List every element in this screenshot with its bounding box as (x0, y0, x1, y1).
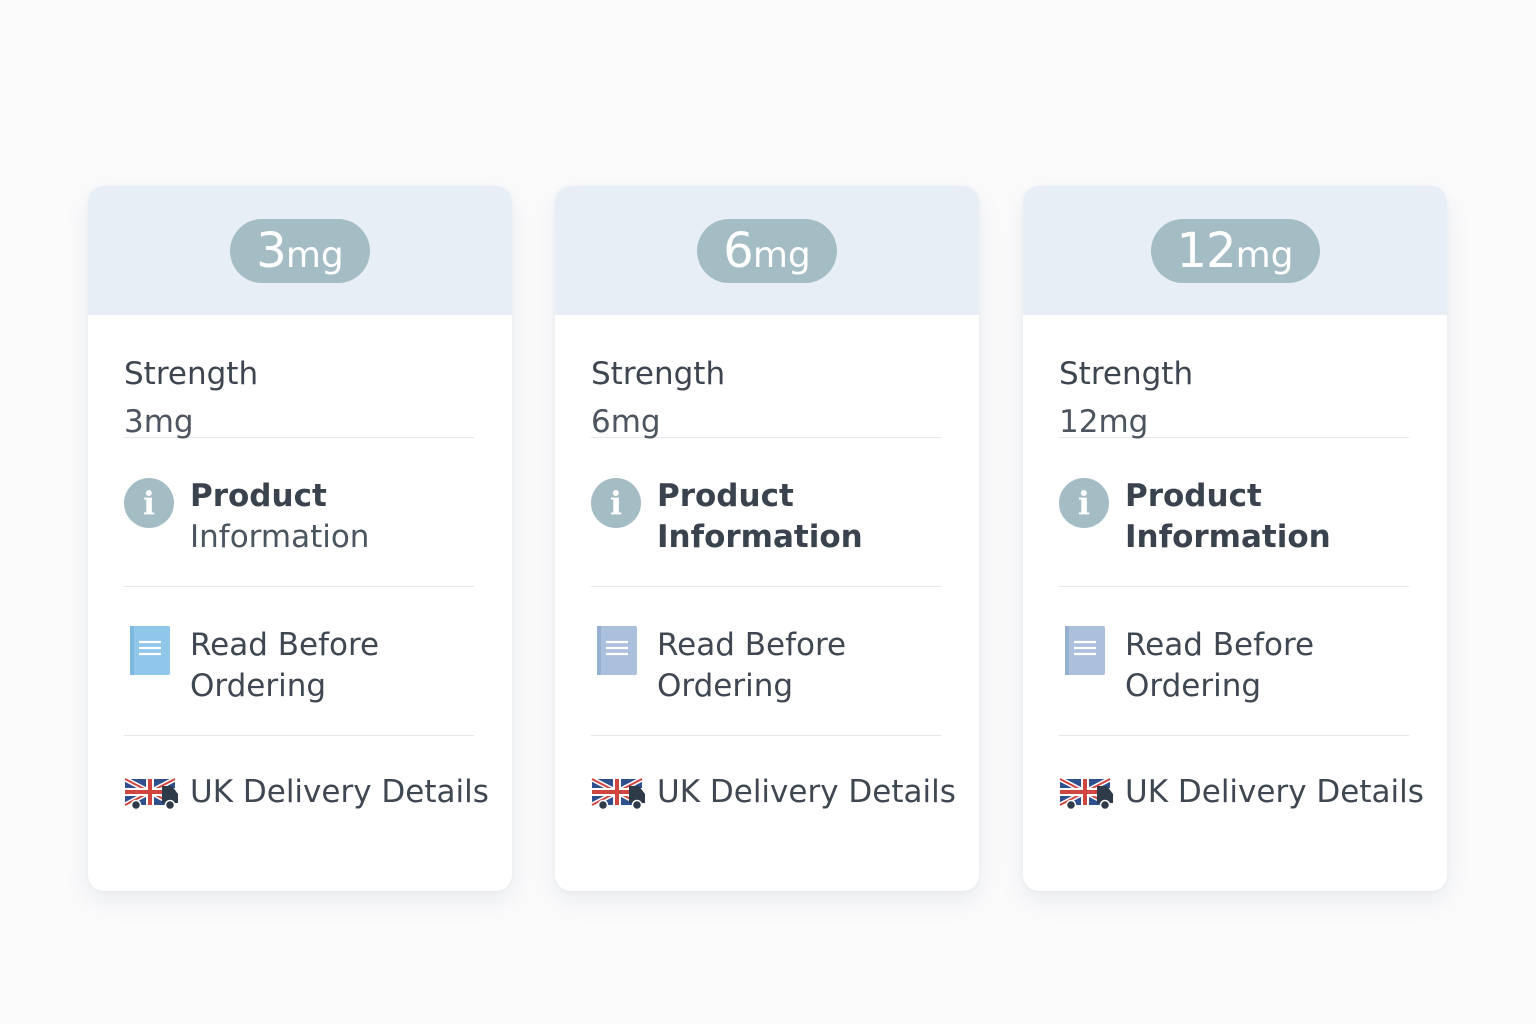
strength-badge: 3 mg (230, 218, 370, 283)
read-before-ordering-label: Read Before Ordering (190, 627, 380, 704)
info-icon: i (591, 476, 641, 528)
read-before-ordering-label: Read Before Ordering (1125, 627, 1315, 704)
product-information-link[interactable]: i Product Information (124, 438, 474, 587)
read-before-ordering-link[interactable]: Read Before Ordering (124, 587, 474, 736)
product-information-label: Product Information (657, 478, 863, 555)
badge-number: 12 (1176, 222, 1237, 279)
strength-value: 12mg (1059, 404, 1149, 440)
uk-delivery-details-label: UK Delivery Details (1125, 774, 1424, 810)
strength-card-6mg[interactable]: 6mg Strength 6mg i Product Information (555, 186, 979, 891)
card-body: Strength 6mg i Product Information Read … (555, 315, 979, 813)
uk-delivery-details-label: UK Delivery Details (190, 774, 489, 810)
uk-delivery-details-link[interactable]: UK Delivery Details (124, 736, 489, 813)
badge-unit: mg (752, 234, 811, 276)
card-header: 12 mg (1023, 186, 1447, 315)
uk-delivery-van-icon (1059, 776, 1115, 810)
strength-label: Strength (591, 356, 726, 392)
strength-value: 6mg (591, 404, 661, 440)
info-icon: i (1059, 476, 1109, 528)
card-body: Strength 3mg i Product Information Read … (88, 315, 512, 813)
read-before-ordering-link[interactable]: Read Before Ordering (1059, 587, 1409, 736)
info-icon: i (124, 476, 174, 528)
product-strength-cards: 3mg Strength 3mg i Product Information (0, 0, 1536, 1024)
read-before-ordering-label: Read Before Ordering (657, 627, 847, 704)
card-header: 6 mg (555, 186, 979, 315)
strength-section: Strength 6mg (591, 315, 941, 440)
uk-delivery-van-icon (591, 776, 647, 810)
badge-number: 3 (256, 222, 287, 279)
strength-badge: 12 mg (1150, 218, 1320, 283)
product-information-label: Product Information (1125, 478, 1331, 555)
document-icon (1059, 625, 1109, 677)
uk-delivery-details-link[interactable]: UK Delivery Details (1059, 736, 1424, 813)
read-before-ordering-link[interactable]: Read Before Ordering (591, 587, 941, 736)
strength-label: Strength (1059, 356, 1194, 392)
document-icon (124, 625, 174, 677)
strength-badge: 6 mg (697, 218, 837, 283)
badge-unit: mg (285, 234, 344, 276)
product-information-link[interactable]: i Product Information (1059, 438, 1409, 587)
badge-unit: mg (1235, 234, 1294, 276)
strength-value: 3mg (124, 404, 194, 440)
strength-section: Strength 12mg (1059, 315, 1409, 440)
strength-card-12mg[interactable]: 12 mg Strength 12mg i Product Information (1023, 186, 1447, 891)
card-header: 3 mg (88, 186, 512, 315)
uk-delivery-van-icon (124, 776, 180, 810)
badge-number: 6 (723, 222, 754, 279)
card-body: Strength 12mg i Product Information Read… (1023, 315, 1447, 813)
uk-delivery-details-link[interactable]: UK Delivery Details (591, 736, 956, 813)
strength-label: Strength (124, 356, 259, 392)
product-information-link[interactable]: i Product Information (591, 438, 941, 587)
strength-card-3mg[interactable]: 3mg Strength 3mg i Product Information (88, 186, 512, 891)
uk-delivery-details-label: UK Delivery Details (657, 774, 956, 810)
document-icon (591, 625, 641, 677)
product-information-label: Product Information (190, 478, 370, 555)
strength-section: Strength 3mg (124, 315, 474, 440)
